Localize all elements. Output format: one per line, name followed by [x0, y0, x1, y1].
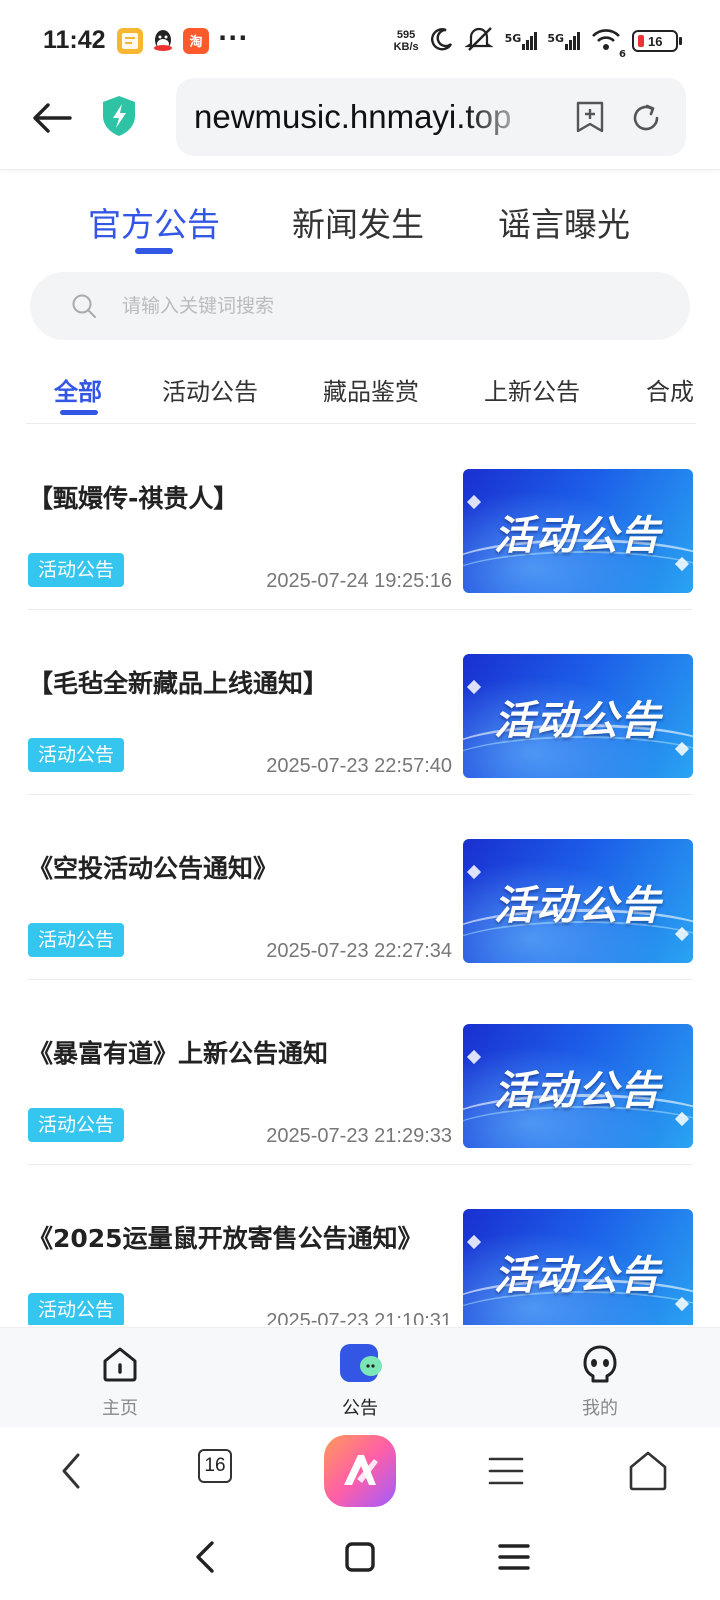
top-tabs: 官方公告 新闻发生 谣言曝光: [0, 198, 720, 258]
article-thumbnail[interactable]: 活动公告: [463, 1209, 693, 1325]
system-back-icon[interactable]: [184, 1535, 228, 1579]
nav-profile-label: 我的: [582, 1398, 618, 1419]
system-home-icon[interactable]: [338, 1535, 382, 1579]
nav-profile[interactable]: 我的: [540, 1328, 660, 1428]
article-thumbnail[interactable]: 活动公告: [463, 839, 693, 963]
search-input[interactable]: [122, 272, 642, 340]
article-title[interactable]: 《空投活动公告通知》: [28, 851, 418, 887]
nav-announcement[interactable]: 公告: [300, 1328, 420, 1428]
article-tag: 活动公告: [28, 923, 125, 957]
article-tag: 活动公告: [28, 1293, 125, 1325]
profile-icon: [580, 1344, 620, 1384]
list-item[interactable]: 《暴富有道》上新公告通知 活动公告 2025-07-23 21:29:33 活动…: [28, 980, 693, 1165]
url-text[interactable]: newmusic.hnmayi.top: [194, 98, 511, 136]
article-thumbnail[interactable]: 活动公告: [463, 1024, 693, 1148]
article-date: 2025-07-23 21:10:31: [266, 1310, 452, 1325]
nav-home[interactable]: 主页: [60, 1328, 180, 1428]
active-tab-indicator: [135, 248, 173, 254]
thumbnail-text: 活动公告: [494, 513, 662, 559]
thumbnail-text: 活动公告: [494, 1068, 662, 1114]
thumbnail-text: 活动公告: [494, 698, 662, 744]
search-box[interactable]: [30, 272, 690, 340]
menu-icon[interactable]: [484, 1449, 528, 1493]
article-thumbnail[interactable]: 活动公告: [463, 469, 693, 593]
moon-icon: [429, 26, 455, 56]
browser-back-icon[interactable]: [50, 1449, 94, 1493]
wifi-icon: 6: [590, 26, 626, 60]
list-item[interactable]: 《空投活动公告通知》 活动公告 2025-07-23 22:27:34 活动公告: [28, 795, 693, 980]
article-tag: 活动公告: [28, 553, 125, 587]
url-bar[interactable]: newmusic.hnmayi.top: [176, 78, 686, 156]
security-shield-icon[interactable]: [100, 94, 138, 138]
thumbnail-text: 活动公告: [494, 883, 662, 929]
thumbnail-text: 活动公告: [494, 1253, 662, 1299]
tab-rumors[interactable]: 谣言曝光: [498, 198, 630, 246]
list-item[interactable]: 【甄嬛传-祺贵人】 活动公告 2025-07-24 19:25:16 活动公告: [28, 425, 693, 610]
browser-home-icon[interactable]: [626, 1449, 670, 1493]
article-date: 2025-07-23 22:27:34: [266, 940, 452, 962]
mute-icon: [463, 26, 495, 56]
battery-icon: 16: [632, 30, 682, 52]
category-new-release[interactable]: 上新公告: [484, 372, 580, 407]
list-item[interactable]: 《2025运量鼠开放寄售公告通知》 活动公告 2025-07-23 21:10:…: [28, 1165, 693, 1325]
category-tabs: 全部 活动公告 藏品鉴赏 上新公告 合成: [26, 368, 696, 424]
status-bar: 11:42 淘 ··· 595 KB/s 5G 5G 6 16: [0, 0, 720, 78]
category-activity[interactable]: 活动公告: [162, 372, 258, 407]
article-tag: 活动公告: [28, 1108, 125, 1142]
article-date: 2025-07-23 22:57:40: [266, 755, 452, 777]
article-date: 2025-07-24 19:25:16: [266, 570, 452, 592]
category-collection[interactable]: 藏品鉴赏: [323, 372, 419, 407]
tabs-count-button[interactable]: 16: [198, 1449, 232, 1483]
system-recents-icon[interactable]: [492, 1535, 536, 1579]
browser-toolbar: newmusic.hnmayi.top: [0, 78, 720, 170]
browser-bottom-bar: 16: [0, 1427, 720, 1517]
announcement-icon: [340, 1344, 382, 1384]
tab-official[interactable]: 官方公告: [88, 198, 220, 246]
add-bookmark-icon[interactable]: [574, 100, 606, 134]
system-nav-bar: [0, 1517, 720, 1600]
category-synthesis[interactable]: 合成: [646, 372, 694, 407]
ai-assistant-button[interactable]: [324, 1435, 396, 1507]
category-all[interactable]: 全部: [54, 372, 102, 407]
article-title[interactable]: 【甄嬛传-祺贵人】: [28, 481, 418, 517]
home-icon: [100, 1344, 140, 1384]
svg-text:淘: 淘: [189, 34, 202, 50]
article-date: 2025-07-23 21:29:33: [266, 1125, 452, 1147]
signal-icon: 5G: [505, 32, 538, 50]
more-notifications-icon: ···: [218, 24, 249, 52]
status-indicators: 595 KB/s 5G 5G 6 16: [393, 24, 682, 60]
back-arrow-icon[interactable]: [30, 96, 74, 140]
network-speed: 595 KB/s: [393, 29, 419, 53]
nav-announcement-label: 公告: [342, 1398, 378, 1419]
app-bottom-nav: 主页 公告 我的: [0, 1327, 720, 1427]
active-category-indicator: [60, 410, 98, 415]
article-title[interactable]: 《暴富有道》上新公告通知: [28, 1036, 418, 1072]
status-time: 11:42: [43, 26, 106, 54]
refresh-icon[interactable]: [630, 102, 662, 134]
list-item[interactable]: 【毛毡全新藏品上线通知】 活动公告 2025-07-23 22:57:40 活动…: [28, 610, 693, 795]
taobao-icon: 淘: [183, 28, 209, 54]
search-icon: [70, 292, 98, 320]
qq-icon: [150, 28, 176, 54]
article-title[interactable]: 《2025运量鼠开放寄售公告通知》: [28, 1221, 423, 1257]
tab-news[interactable]: 新闻发生: [292, 198, 424, 246]
notes-app-icon: [117, 28, 143, 54]
article-title[interactable]: 【毛毡全新藏品上线通知】: [28, 666, 418, 702]
article-tag: 活动公告: [28, 738, 125, 772]
nav-home-label: 主页: [102, 1398, 138, 1419]
signal-icon: 5G: [547, 32, 580, 50]
article-thumbnail[interactable]: 活动公告: [463, 654, 693, 778]
article-list: 【甄嬛传-祺贵人】 活动公告 2025-07-24 19:25:16 活动公告 …: [0, 425, 720, 1325]
